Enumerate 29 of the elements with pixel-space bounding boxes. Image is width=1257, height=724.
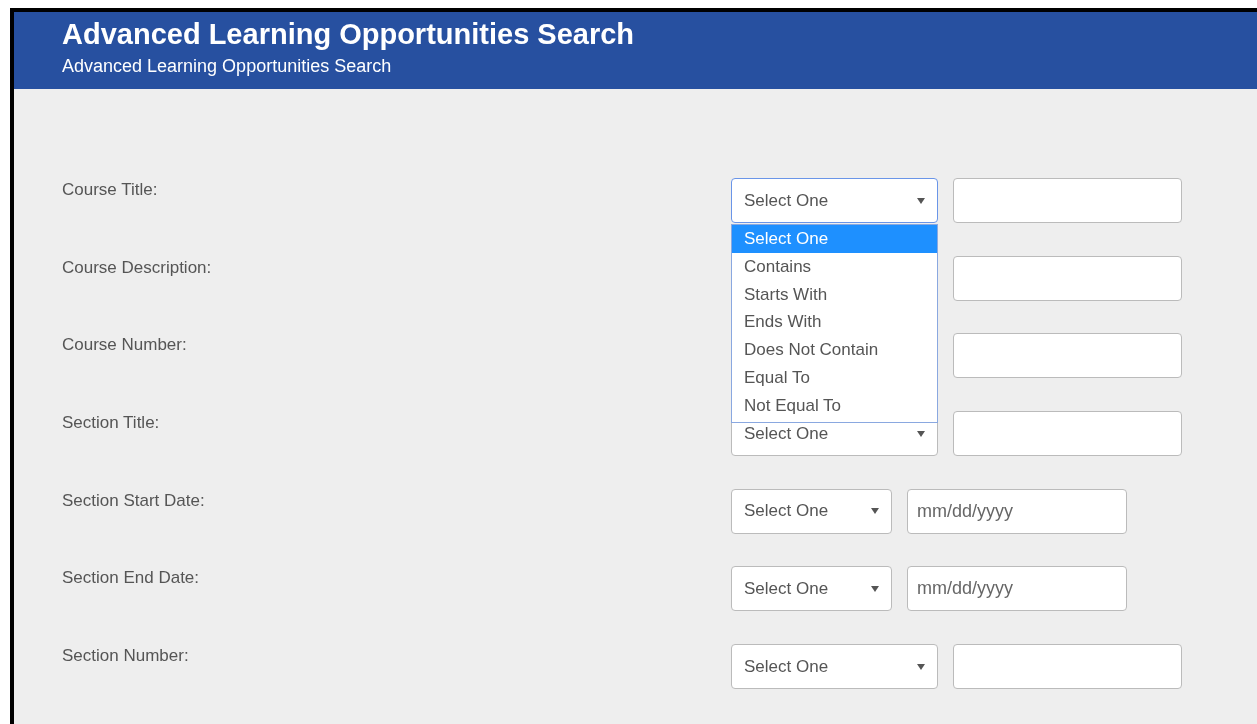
date-field[interactable]: mm/dd/yyyy (907, 488, 1127, 534)
field-label: Section Start Date: (62, 489, 205, 512)
caret-icon (917, 430, 925, 437)
dropdown-option[interactable]: Does Not Contain (732, 336, 937, 364)
field-label: Section Number: (62, 645, 189, 668)
caret-icon (871, 508, 879, 515)
dropdown-option[interactable]: Contains (732, 252, 937, 281)
caret-icon (871, 585, 879, 592)
operator-select[interactable]: Select One (731, 566, 892, 612)
field-label: Section End Date: (62, 567, 200, 590)
page-title: Advanced Learning Opportunities Search (62, 17, 635, 52)
date-field[interactable]: mm/dd/yyyy (907, 566, 1127, 612)
text-field[interactable] (953, 644, 1182, 690)
operator-select[interactable]: Select One (731, 488, 892, 534)
text-field[interactable] (953, 333, 1182, 379)
text-field[interactable] (953, 255, 1182, 301)
text-field[interactable] (953, 178, 1182, 223)
caret-icon (917, 197, 925, 204)
page-subtitle: Advanced Learning Opportunities Search (62, 55, 392, 78)
text-field[interactable] (953, 411, 1182, 457)
dropdown-option[interactable]: Ends With (732, 308, 937, 337)
dropdown-option[interactable]: Starts With (732, 280, 937, 309)
field-label: Course Description: (62, 256, 212, 279)
field-label: Course Number: (62, 334, 187, 357)
field-label: Course Title: (62, 179, 158, 201)
operator-select[interactable]: Select One (731, 644, 938, 690)
field-label: Section Title: (62, 412, 160, 435)
dropdown-option[interactable]: Equal To (732, 364, 937, 392)
caret-icon (917, 663, 925, 670)
